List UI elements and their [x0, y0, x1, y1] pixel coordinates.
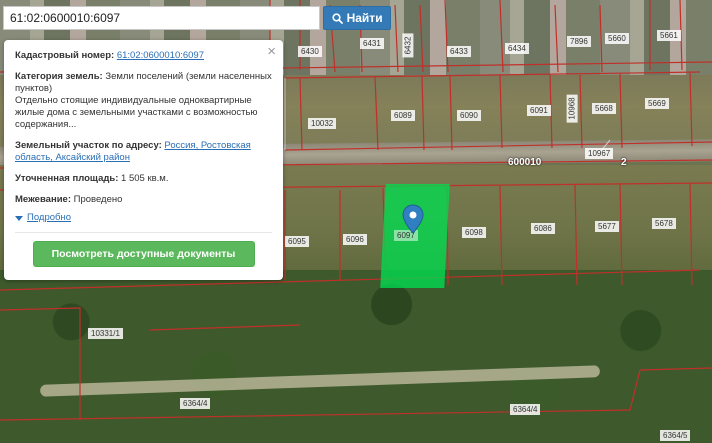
view-documents-button[interactable]: Посмотреть доступные документы	[32, 241, 255, 267]
cadastral-number-link[interactable]: 61:02:0600010:6097	[117, 50, 204, 61]
parcel-label: 5661	[657, 30, 681, 41]
parcel-label: 6098	[462, 227, 486, 238]
survey-row: Межевание: Проведено	[15, 194, 272, 206]
parcel-info-panel: × Кадастровый номер: 61:02:0600010:6097 …	[4, 40, 283, 280]
land-use-description: Отдельно стоящие индивидуальные одноквар…	[15, 95, 258, 130]
parcel-label: 6091	[527, 105, 551, 116]
parcel-label: 6432	[402, 33, 414, 58]
parcel-label: 6364/5	[660, 430, 691, 441]
quarter-label: 600010	[508, 157, 542, 168]
survey-label: Межевание:	[15, 194, 71, 205]
address-row: Земельный участок по адресу: Россия, Рос…	[15, 140, 272, 164]
parcel-label: 10331/1	[88, 328, 123, 339]
search-button-label: Найти	[346, 11, 383, 25]
parcel-label: 5669	[645, 98, 669, 109]
parcel-label: 7896	[567, 36, 591, 47]
parcel-label: 5678	[652, 218, 676, 229]
parcel-label: 5668	[592, 103, 616, 114]
cadastral-number-label: Кадастровый номер:	[15, 50, 115, 61]
divider	[15, 232, 272, 233]
parcel-label: 6434	[505, 43, 529, 54]
parcel-label: 6090	[457, 110, 481, 121]
parcel-label: 5660	[605, 33, 629, 44]
land-category-row: Категория земель: Земли поселений (земли…	[15, 71, 272, 131]
search-icon	[331, 12, 343, 24]
parcel-label: 6095	[285, 236, 309, 247]
triangle-down-icon	[15, 215, 23, 221]
parcel-label: 6089	[391, 110, 415, 121]
parcel-label: 6433	[447, 46, 471, 57]
survey-value: Проведено	[73, 194, 123, 205]
more-details-link[interactable]: Подробно	[27, 212, 71, 224]
area-row: Уточненная площадь: 1 505 кв.м.	[15, 173, 272, 185]
search-button[interactable]: Найти	[323, 6, 391, 30]
parcel-label: 10968	[566, 94, 578, 123]
search-bar: Найти	[3, 6, 391, 30]
parcel-label: 5677	[595, 221, 619, 232]
land-category-label: Категория земель:	[15, 71, 103, 82]
parcel-label: 6430	[298, 46, 322, 57]
parcel-label: 6364/4	[510, 404, 541, 415]
parcel-label: 10032	[308, 118, 337, 129]
area-label: Уточненная площадь:	[15, 173, 119, 184]
parcel-label: 10967	[585, 148, 614, 159]
zone-label: 2	[621, 157, 627, 168]
close-icon[interactable]: ×	[267, 44, 276, 59]
cadastral-number-row: Кадастровый номер: 61:02:0600010:6097	[15, 50, 272, 62]
address-label: Земельный участок по адресу:	[15, 140, 162, 151]
search-input[interactable]	[3, 6, 321, 30]
parcel-label: 6431	[360, 38, 384, 49]
parcel-label: 6364/4	[180, 398, 211, 409]
parcel-label: 6096	[343, 234, 367, 245]
area-value: 1 505 кв.м.	[121, 173, 169, 184]
map-pin-icon[interactable]	[402, 204, 424, 234]
parcel-label: 6086	[531, 223, 555, 234]
more-details-toggle[interactable]: Подробно	[15, 212, 272, 224]
